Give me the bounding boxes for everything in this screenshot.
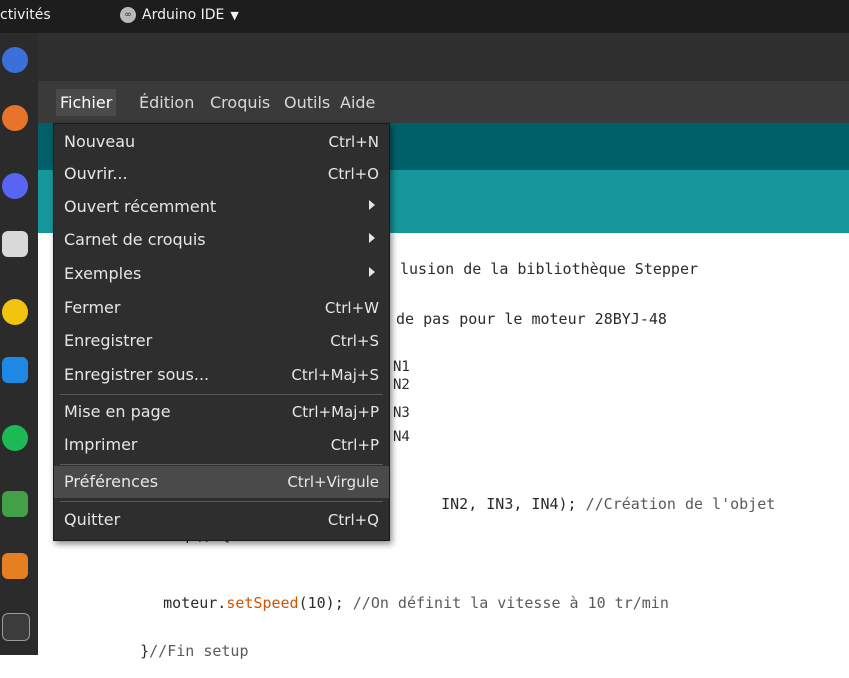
code-line: N3 [393, 405, 410, 421]
menu-separator [60, 464, 383, 465]
code-line: N1 [393, 359, 410, 375]
document-icon[interactable] [2, 553, 28, 579]
menu-item-shortcut: Ctrl+O [327, 165, 379, 183]
firefox-icon[interactable] [2, 105, 28, 131]
menu-item-label: Enregistrer [64, 331, 153, 350]
menu-item-preferences[interactable]: Préférences Ctrl+Virgule [54, 466, 389, 498]
code-token: } [140, 642, 150, 660]
menu-aide[interactable]: Aide [338, 93, 377, 112]
disk-icon[interactable] [2, 299, 28, 325]
files-icon[interactable] [2, 231, 28, 257]
menu-item-exemples[interactable]: Exemples [54, 258, 389, 290]
menu-item-mise-en-page[interactable]: Mise en page Ctrl+Maj+P [54, 396, 389, 428]
window-title-bar [38, 33, 849, 81]
menu-edition[interactable]: Édition [137, 93, 196, 112]
top-bar: ctivités ∞ Arduino IDE ▼ [0, 0, 849, 33]
submenu-arrow-icon [369, 233, 375, 243]
menu-item-shortcut: Ctrl+Virgule [287, 473, 379, 491]
spotify-icon[interactable] [2, 425, 28, 451]
caret-down-icon: ▼ [230, 8, 239, 22]
menu-item-carnet-de-croquis[interactable]: Carnet de croquis [54, 224, 389, 256]
fichier-menu: Nouveau Ctrl+N Ouvrir... Ctrl+O Ouvert r… [53, 123, 390, 541]
code-comment: //Fin setup [149, 642, 249, 660]
code-token: moteur. [163, 594, 227, 612]
code-line: de pas pour le moteur 28BYJ-48 [396, 310, 667, 328]
chromium-icon[interactable] [2, 47, 28, 73]
menu-item-enregistrer[interactable]: Enregistrer Ctrl+S [54, 325, 389, 357]
vscode-icon[interactable] [2, 357, 28, 383]
menu-item-shortcut: Ctrl+P [330, 436, 379, 454]
menu-item-shortcut: Ctrl+N [328, 133, 379, 151]
arduino-icon: ∞ [120, 7, 136, 23]
menu-item-fermer[interactable]: Fermer Ctrl+W [54, 292, 389, 324]
code-line: IN2, IN3, IN4); [441, 495, 577, 513]
menu-item-label: Mise en page [64, 402, 171, 421]
submenu-arrow-icon [369, 200, 375, 210]
submenu-arrow-icon [369, 267, 375, 277]
menu-item-label: Carnet de croquis [64, 230, 206, 249]
app-name: Arduino IDE [142, 7, 225, 23]
menu-item-shortcut: Ctrl+Maj+P [291, 403, 379, 421]
menu-item-shortcut: Ctrl+Q [327, 511, 379, 529]
code-line: N4 [393, 429, 410, 445]
menu-separator [60, 394, 383, 395]
menu-fichier[interactable]: Fichier [56, 89, 117, 116]
menu-separator [60, 501, 383, 502]
app-menu[interactable]: ∞ Arduino IDE ▼ [120, 7, 239, 23]
menu-bar: Fichier Édition Croquis Outils Aide [38, 81, 849, 123]
menu-item-quitter[interactable]: Quitter Ctrl+Q [54, 504, 389, 536]
menu-item-ouvrir[interactable]: Ouvrir... Ctrl+O [54, 158, 389, 190]
code-token: (10); [298, 594, 344, 612]
menu-item-label: Préférences [64, 472, 159, 491]
code-comment: //Création de l'objet [585, 495, 776, 513]
menu-item-enregistrer-sous[interactable]: Enregistrer sous... Ctrl+Maj+S [54, 359, 389, 391]
discord-icon[interactable] [2, 173, 28, 199]
code-line: lusion de la bibliothèque Stepper [400, 260, 699, 278]
menu-item-label: Ouvrir... [64, 164, 128, 183]
menu-outils[interactable]: Outils [282, 93, 332, 112]
menu-item-label: Ouvert récemment [64, 197, 217, 216]
menu-item-label: Enregistrer sous... [64, 365, 210, 384]
code-function: setSpeed [226, 594, 299, 612]
terminal-icon[interactable] [2, 613, 30, 641]
menu-item-ouvert-recemment[interactable]: Ouvert récemment [54, 191, 389, 223]
menu-item-nouveau[interactable]: Nouveau Ctrl+N [54, 126, 389, 158]
menu-item-imprimer[interactable]: Imprimer Ctrl+P [54, 429, 389, 461]
chart-icon[interactable] [2, 491, 28, 517]
menu-item-label: Quitter [64, 510, 121, 529]
dock [0, 33, 38, 655]
menu-item-label: Exemples [64, 264, 142, 283]
menu-item-label: Nouveau [64, 132, 136, 151]
menu-croquis[interactable]: Croquis [208, 93, 272, 112]
code-line: N2 [393, 377, 410, 393]
menu-item-label: Imprimer [64, 435, 138, 454]
menu-item-label: Fermer [64, 298, 121, 317]
menu-item-shortcut: Ctrl+W [324, 299, 379, 317]
code-comment: //On définit la vitesse à 10 tr/min [352, 594, 669, 612]
menu-item-shortcut: Ctrl+Maj+S [291, 366, 379, 384]
activities-button[interactable]: ctivités [0, 7, 51, 23]
menu-item-shortcut: Ctrl+S [330, 332, 379, 350]
